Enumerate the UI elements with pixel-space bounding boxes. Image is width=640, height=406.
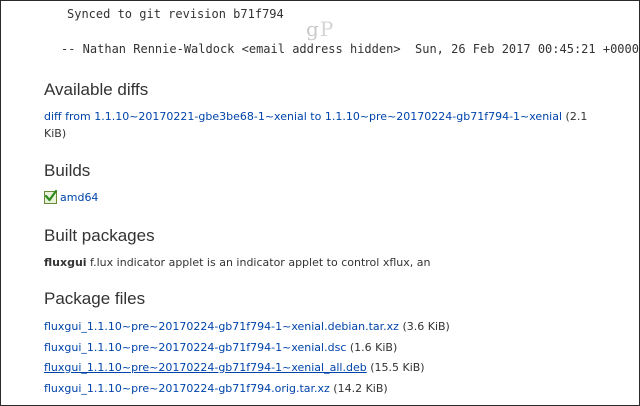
list-item: fluxgui_1.1.10~pre~20170224-gb71f794.ori… xyxy=(44,380,450,401)
package-file-link[interactable]: fluxgui_1.1.10~pre~20170224-gb71f794.ori… xyxy=(44,382,330,395)
package-file-size: (14.2 KiB) xyxy=(329,381,388,395)
diff-entry: diff from 1.1.10~20170221-gbe3be68-1~xen… xyxy=(44,108,604,142)
diff-link[interactable]: diff from 1.1.10~20170221-gbe3be68-1~xen… xyxy=(44,110,562,123)
available-diffs-section: Available diffs diff from 1.1.10~2017022… xyxy=(44,80,604,142)
list-item: fluxgui_1.1.10~pre~20170224-gb71f794-1~x… xyxy=(44,318,450,339)
list-item: fluxgui_1.1.10~pre~20170224-gb71f794-1~x… xyxy=(44,339,450,360)
builds-section: Builds amd64 xyxy=(44,161,98,206)
package-files-list: fluxgui_1.1.10~pre~20170224-gb71f794-1~x… xyxy=(44,318,450,400)
package-file-link[interactable]: fluxgui_1.1.10~pre~20170224-gb71f794-1~x… xyxy=(44,361,367,374)
package-file-link[interactable]: fluxgui_1.1.10~pre~20170224-gb71f794-1~x… xyxy=(44,320,399,333)
changelog-sync-line: Synced to git revision b71f794 xyxy=(67,7,284,21)
built-packages-heading: Built packages xyxy=(44,226,155,245)
built-packages-section: Built packages fluxgui f.lux indicator a… xyxy=(44,226,430,271)
diff-size-unit: KiB) xyxy=(44,127,67,140)
package-description: f.lux indicator applet is an indicator a… xyxy=(86,256,431,269)
package-name: fluxgui xyxy=(44,256,87,269)
build-row: amd64 xyxy=(44,189,98,206)
package-files-heading: Package files xyxy=(44,289,146,308)
checkmark-icon xyxy=(44,189,58,204)
package-file-size: (1.6 KiB) xyxy=(346,340,398,354)
package-file-size: (15.5 KiB) xyxy=(366,361,425,374)
diff-size: (2.1 xyxy=(562,110,588,123)
changelog-author-line: -- Nathan Rennie-Waldock <email address … xyxy=(61,42,639,56)
package-file-link[interactable]: fluxgui_1.1.10~pre~20170224-gb71f794-1~x… xyxy=(44,341,346,354)
watermark-logo: gP xyxy=(306,17,335,41)
built-package-entry: fluxgui f.lux indicator applet is an ind… xyxy=(44,254,430,271)
page-frame: Synced to git revision b71f794 -- Nathan… xyxy=(0,0,640,406)
list-item: fluxgui_1.1.10~pre~20170224-gb71f794-1~x… xyxy=(44,359,450,380)
available-diffs-heading: Available diffs xyxy=(44,80,149,99)
builds-heading: Builds xyxy=(44,161,91,180)
package-files-section: Package files fluxgui_1.1.10~pre~2017022… xyxy=(44,289,450,400)
package-file-size: (3.6 KiB) xyxy=(398,320,450,333)
build-amd64-link[interactable]: amd64 xyxy=(60,189,98,206)
